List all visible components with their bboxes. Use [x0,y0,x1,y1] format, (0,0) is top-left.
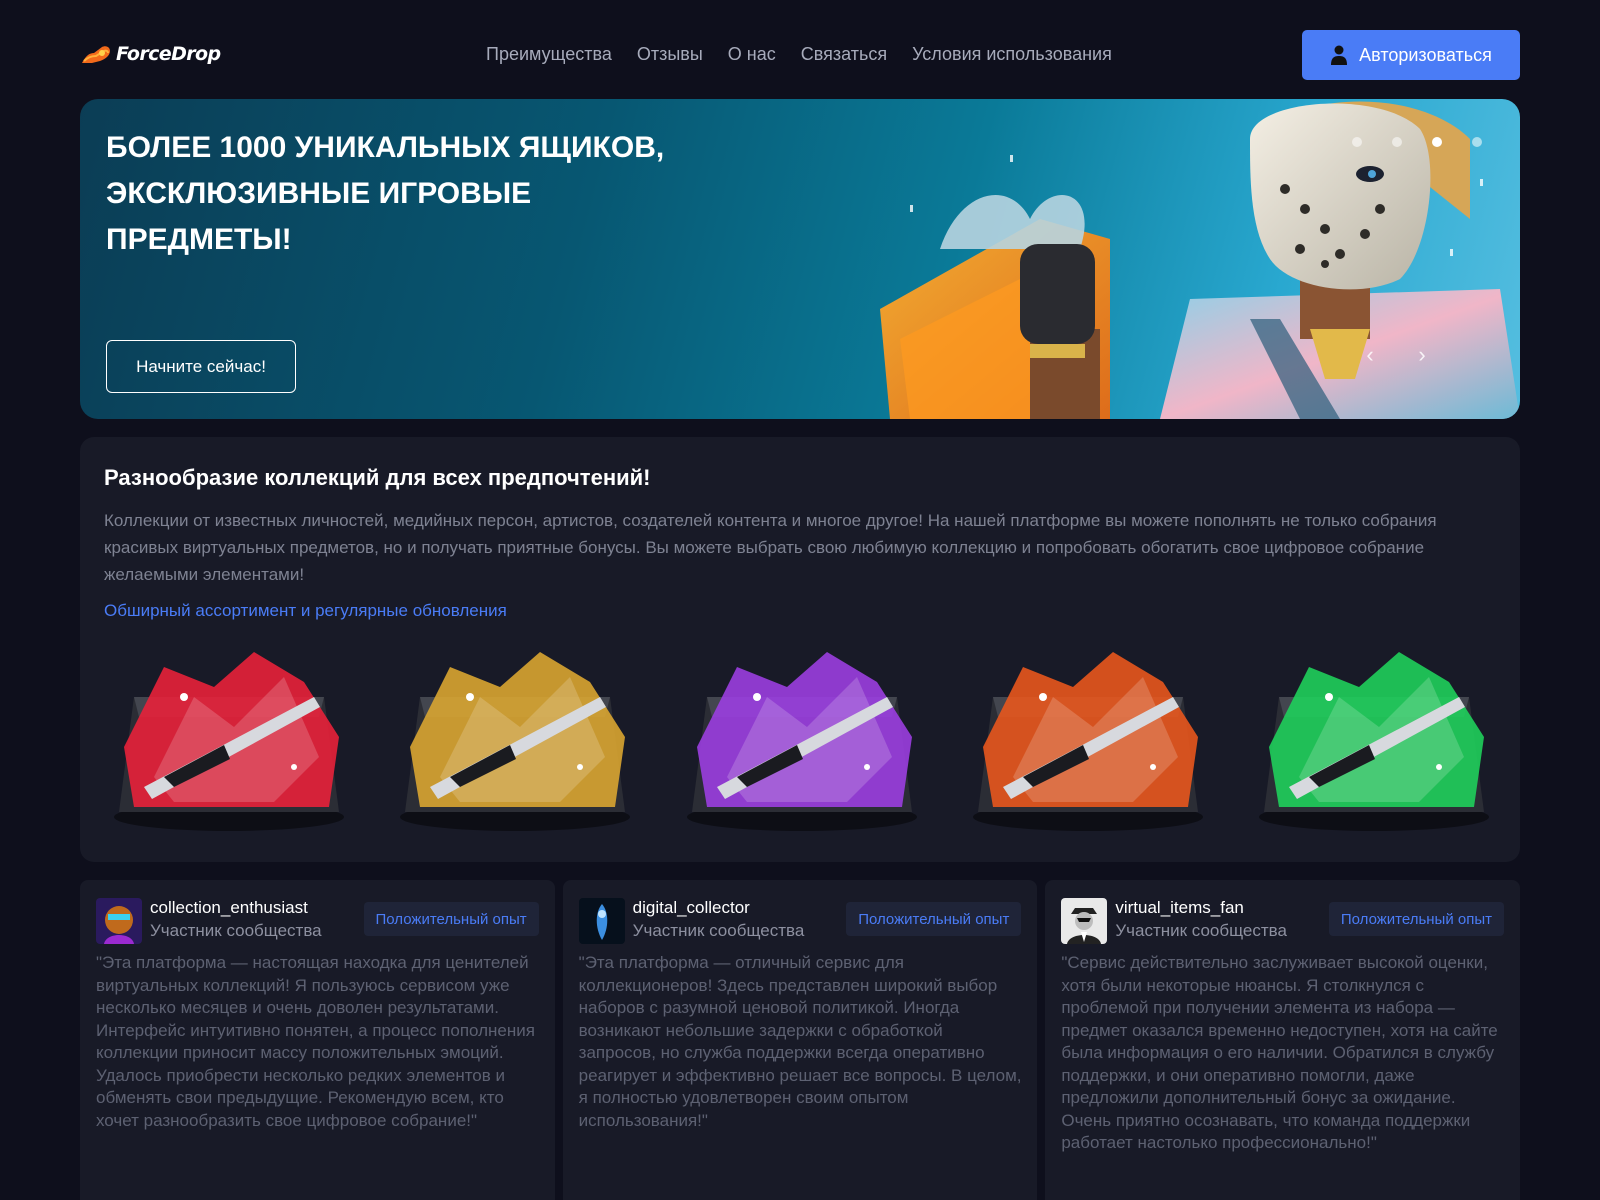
user-icon [1331,45,1348,65]
red-case[interactable] [104,637,354,837]
banner-title: БОЛЕЕ 1000 УНИКАЛЬНЫХ ЯЩИКОВ, ЭКСКЛЮЗИВН… [106,131,665,256]
carousel-prev-icon[interactable]: ‹ [1358,342,1382,367]
nav-link-contact[interactable]: Связаться [801,44,887,65]
reviewer-name: collection_enthusiast [150,898,308,917]
review-card: virtual_items_fan Участник сообщества По… [1045,880,1521,1200]
collections-title: Разнообразие коллекций для всех предпочт… [104,465,651,490]
fire-fist-logo-icon [82,46,110,63]
hero-character-illustration [880,101,1520,419]
start-now-button[interactable]: Начните сейчас! [106,340,296,393]
main-nav: Преимущества Отзывы О нас Связаться Усло… [486,44,1137,65]
reviewer-name: digital_collector [632,898,750,917]
carousel-dot-1[interactable] [1352,137,1362,147]
avatar [96,898,142,944]
nav-link-terms[interactable]: Условия использования [912,44,1112,65]
carousel-next-icon[interactable]: › [1410,342,1434,367]
reviewer-role: Участник сообщества [1115,921,1287,940]
gold-case[interactable] [390,637,640,837]
carousel-dot-4[interactable] [1472,137,1482,147]
status-badge: Положительный опыт [846,902,1022,936]
nav-link-reviews[interactable]: Отзывы [637,44,703,65]
reviewer-name: virtual_items_fan [1115,898,1244,917]
collections-description: Коллекции от известных личностей, медийн… [104,511,1437,584]
avatar [578,898,625,944]
reviewer-role: Участник сообщества [632,921,805,940]
reviews-section: collection_enthusiast Участник сообществ… [80,880,1521,1200]
review-card: collection_enthusiast Участник сообществ… [80,880,555,1200]
logo-text: ForceDrop [116,43,221,65]
avatar [1061,898,1108,944]
review-text: "Эта платформа — отличный сервис для кол… [578,953,1022,1130]
collections-section: Разнообразие коллекций для всех предпочт… [80,437,1520,862]
green-case[interactable] [1249,637,1499,837]
carousel-dots [1352,137,1482,147]
logo[interactable]: ForceDrop [80,41,221,67]
carousel-dot-2[interactable] [1392,137,1402,147]
status-badge: Положительный опыт [363,902,539,936]
assortment-link[interactable]: Обширный ассортимент и регулярные обновл… [104,601,507,621]
review-card: digital_collector Участник сообщества По… [562,880,1038,1200]
fire-case[interactable] [963,637,1213,837]
site-header: ForceDrop Преимущества Отзывы О нас Связ… [80,28,1520,82]
login-label: Авторизоваться [1359,44,1492,65]
carousel-dot-3[interactable] [1432,137,1442,147]
review-text: "Эта платформа — настоящая находка для ц… [96,953,535,1130]
status-badge: Положительный опыт [1328,902,1505,936]
case-gallery [104,637,1499,837]
nav-link-advantages[interactable]: Преимущества [486,44,612,65]
login-button[interactable]: Авторизоваться [1302,30,1520,80]
purple-case[interactable] [677,637,927,837]
hero-banner: БОЛЕЕ 1000 УНИКАЛЬНЫХ ЯЩИКОВ, ЭКСКЛЮЗИВН… [80,99,1520,419]
reviewer-role: Участник сообщества [150,921,322,940]
review-text: "Сервис действительно заслуживает высоко… [1061,953,1498,1152]
nav-link-about[interactable]: О нас [728,44,776,65]
